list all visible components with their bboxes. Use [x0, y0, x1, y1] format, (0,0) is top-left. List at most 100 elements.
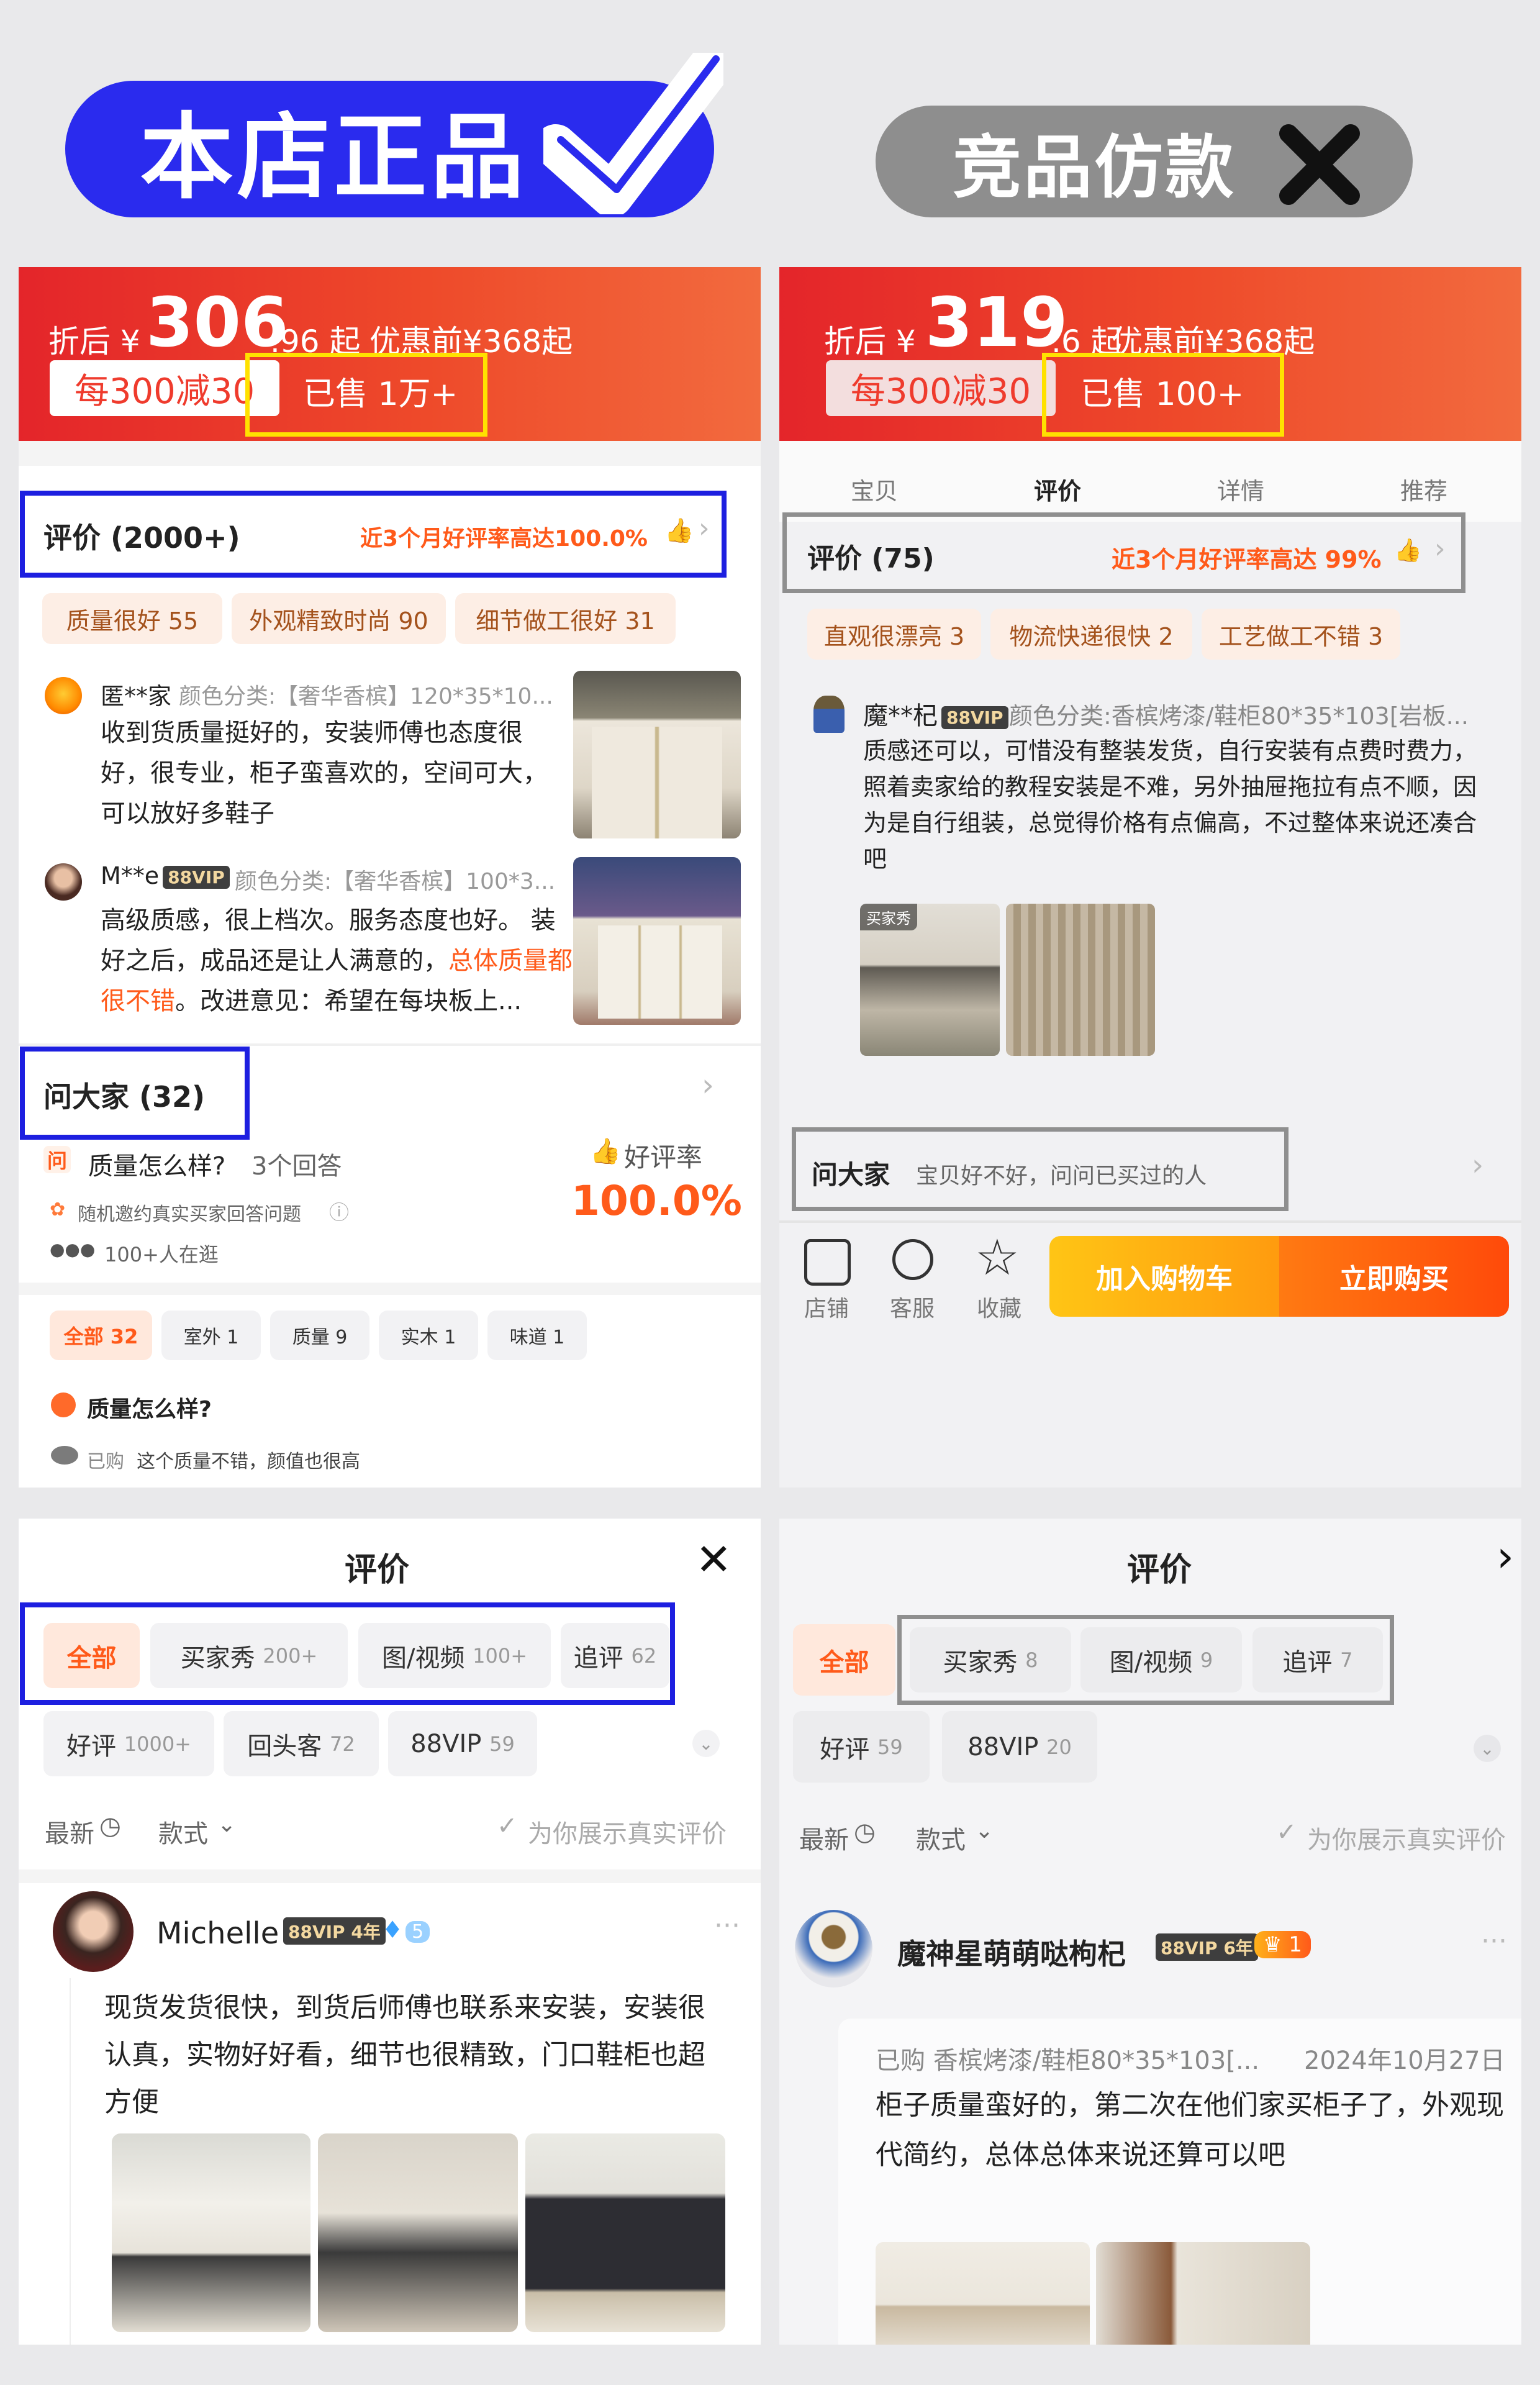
- check-icon: [543, 53, 723, 214]
- review-tag[interactable]: 质量很好 55: [42, 593, 222, 644]
- filter-chip-followup[interactable]: 追评 62: [561, 1623, 669, 1688]
- review-tag[interactable]: 外观精致时尚 90: [232, 593, 446, 644]
- review-photo[interactable]: [1096, 2242, 1310, 2345]
- review-photo[interactable]: [318, 2133, 518, 2332]
- chevron-right-icon[interactable]: ›: [1497, 1531, 1514, 1582]
- reviewer-name: 匿**家: [101, 683, 172, 710]
- review-photo[interactable]: [573, 671, 741, 838]
- add-to-cart-button[interactable]: 加入购物车: [1049, 1236, 1279, 1317]
- clock-icon: ◷: [854, 1818, 876, 1847]
- chip-label: 好评: [66, 1732, 117, 1761]
- chip-label: 全部: [66, 1643, 117, 1673]
- vip-label: 88VIP: [288, 1922, 345, 1942]
- filter-chip-all[interactable]: 全部: [43, 1623, 140, 1688]
- qa-invite: 随机邀约真实买家回答问题: [78, 1204, 301, 1225]
- more-icon[interactable]: ···: [1481, 1925, 1507, 1957]
- service-label[interactable]: 客服: [890, 1291, 935, 1323]
- filter-chip-followup[interactable]: 追评 7: [1252, 1627, 1383, 1692]
- chevron-down-icon[interactable]: ⌄: [217, 1812, 236, 1837]
- chevron-right-icon[interactable]: ›: [702, 1067, 714, 1103]
- qa-filter-tag[interactable]: 室外 1: [161, 1311, 261, 1360]
- buy-now-button[interactable]: 立即购买: [1279, 1236, 1509, 1317]
- tab-details[interactable]: 详情: [1217, 472, 1264, 506]
- sort-style[interactable]: 款式: [916, 1820, 966, 1856]
- star-icon[interactable]: ☆: [975, 1229, 1020, 1286]
- real-review-note: 为你展示真实评价: [1307, 1826, 1506, 1855]
- genuine-badge: 本店正品: [65, 53, 723, 217]
- review-spec: 颜色分类:香槟烤漆/鞋柜80*35*103[岩板...: [1009, 702, 1469, 730]
- vip-years: 6年: [1223, 1938, 1253, 1958]
- store-label[interactable]: 店铺: [804, 1291, 849, 1323]
- qa-hint[interactable]: 宝贝好不好，问问已买过的人: [916, 1158, 1207, 1190]
- question-icon-label: 问: [47, 1149, 67, 1173]
- filter-chip-88vip[interactable]: 88VIP 20: [942, 1711, 1097, 1783]
- sort-latest[interactable]: 最新: [45, 1814, 94, 1850]
- favorite-label[interactable]: 收藏: [977, 1291, 1021, 1323]
- filter-chip-positive[interactable]: 好评 1000+: [43, 1711, 214, 1776]
- qa-filter-tag[interactable]: 质量 9: [270, 1311, 369, 1360]
- chip-label: 追评: [573, 1643, 623, 1673]
- thumbs-up-icon: 👍: [1394, 538, 1422, 563]
- genuine-label: 本店正品: [140, 103, 528, 212]
- review-photo[interactable]: [112, 2133, 310, 2332]
- reviews-rate: 近3个月好评率高达 99%: [1112, 546, 1382, 573]
- filter-chip-media[interactable]: 图/视频 9: [1080, 1627, 1242, 1692]
- qa-answer: 这个质量不错，颜值也很高: [137, 1451, 360, 1473]
- close-icon[interactable]: ✕: [695, 1534, 732, 1585]
- more-icon[interactable]: ···: [714, 1910, 740, 1942]
- filter-chip-88vip[interactable]: 88VIP 59: [388, 1711, 537, 1776]
- discount-text: 每300减30: [850, 371, 1031, 412]
- review-photo[interactable]: [525, 2133, 725, 2332]
- chip-count: 200+: [263, 1643, 318, 1668]
- photo-badge: 买家秀: [860, 904, 917, 930]
- review-tag[interactable]: 工艺做工不错 3: [1202, 609, 1400, 660]
- sort-style[interactable]: 款式: [158, 1814, 208, 1850]
- chip-count: 1000+: [124, 1732, 191, 1756]
- qa-filter-tag[interactable]: 全部 32: [50, 1311, 152, 1360]
- filter-chip-positive[interactable]: 好评 59: [793, 1711, 930, 1783]
- review-text: 收到货质量挺好的，安装师傅也态度很好，很专业，柜子蛮喜欢的，空间可大，可以放好多…: [101, 719, 548, 828]
- rate-label: 好评率: [624, 1142, 703, 1173]
- chevron-down-icon[interactable]: ⌄: [975, 1818, 994, 1843]
- price-prefix: 折后 ¥: [824, 324, 916, 360]
- buy-now-label: 立即购买: [1339, 1263, 1449, 1295]
- qa-filter-tag[interactable]: 实木 1: [379, 1311, 478, 1360]
- filter-chip-all[interactable]: 全部: [793, 1624, 895, 1696]
- price-prefix: 折后 ¥: [48, 324, 140, 360]
- chip-label: 全部: [819, 1648, 869, 1677]
- filter-chip-returning[interactable]: 回头客 72: [224, 1711, 379, 1776]
- review-photo[interactable]: 买家秀: [860, 904, 1000, 1056]
- chevron-right-icon[interactable]: ›: [1472, 1148, 1483, 1183]
- qa-title[interactable]: 问大家: [812, 1154, 890, 1192]
- chevron-down-icon[interactable]: ⌄: [692, 1730, 720, 1757]
- review-photo[interactable]: [876, 2242, 1090, 2345]
- reviews-title[interactable]: 评价 (75): [807, 536, 935, 576]
- service-icon[interactable]: [892, 1239, 933, 1280]
- store-icon[interactable]: [804, 1239, 851, 1286]
- chip-label: 买家秀: [943, 1648, 1018, 1677]
- chip-count: 100+: [473, 1643, 528, 1668]
- chevron-down-icon[interactable]: ⌄: [1474, 1735, 1501, 1762]
- reviews-title[interactable]: 评价 (2000+): [43, 516, 240, 556]
- review-photo[interactable]: [573, 857, 741, 1025]
- avatar: [45, 863, 82, 901]
- tab-baobei[interactable]: 宝贝: [851, 472, 898, 506]
- tab-recommend[interactable]: 推荐: [1400, 472, 1447, 506]
- filter-chip-buyer-show[interactable]: 买家秀 8: [910, 1627, 1071, 1692]
- tab-reviews[interactable]: 评价: [1034, 472, 1081, 506]
- review-tag[interactable]: 物流快递很快 2: [990, 609, 1192, 660]
- qa-title[interactable]: 问大家 (32): [43, 1074, 205, 1115]
- qa-question[interactable]: 质量怎么样?: [87, 1391, 212, 1424]
- review-photo[interactable]: [1006, 904, 1155, 1056]
- qa-answers[interactable]: 3个回答: [251, 1146, 342, 1182]
- review-tag[interactable]: 直观很漂亮 3: [807, 609, 981, 660]
- filter-chip-buyer-show[interactable]: 买家秀 200+: [150, 1623, 348, 1688]
- chevron-right-icon[interactable]: ›: [1434, 533, 1446, 565]
- chevron-right-icon[interactable]: ›: [699, 512, 710, 544]
- qa-question[interactable]: 质量怎么样?: [88, 1146, 225, 1182]
- avatar: [45, 677, 82, 714]
- review-tag[interactable]: 细节做工很好 31: [455, 593, 676, 644]
- qa-filter-tag[interactable]: 味道 1: [487, 1311, 587, 1360]
- sort-latest[interactable]: 最新: [799, 1820, 849, 1856]
- filter-chip-media[interactable]: 图/视频 100+: [358, 1623, 551, 1688]
